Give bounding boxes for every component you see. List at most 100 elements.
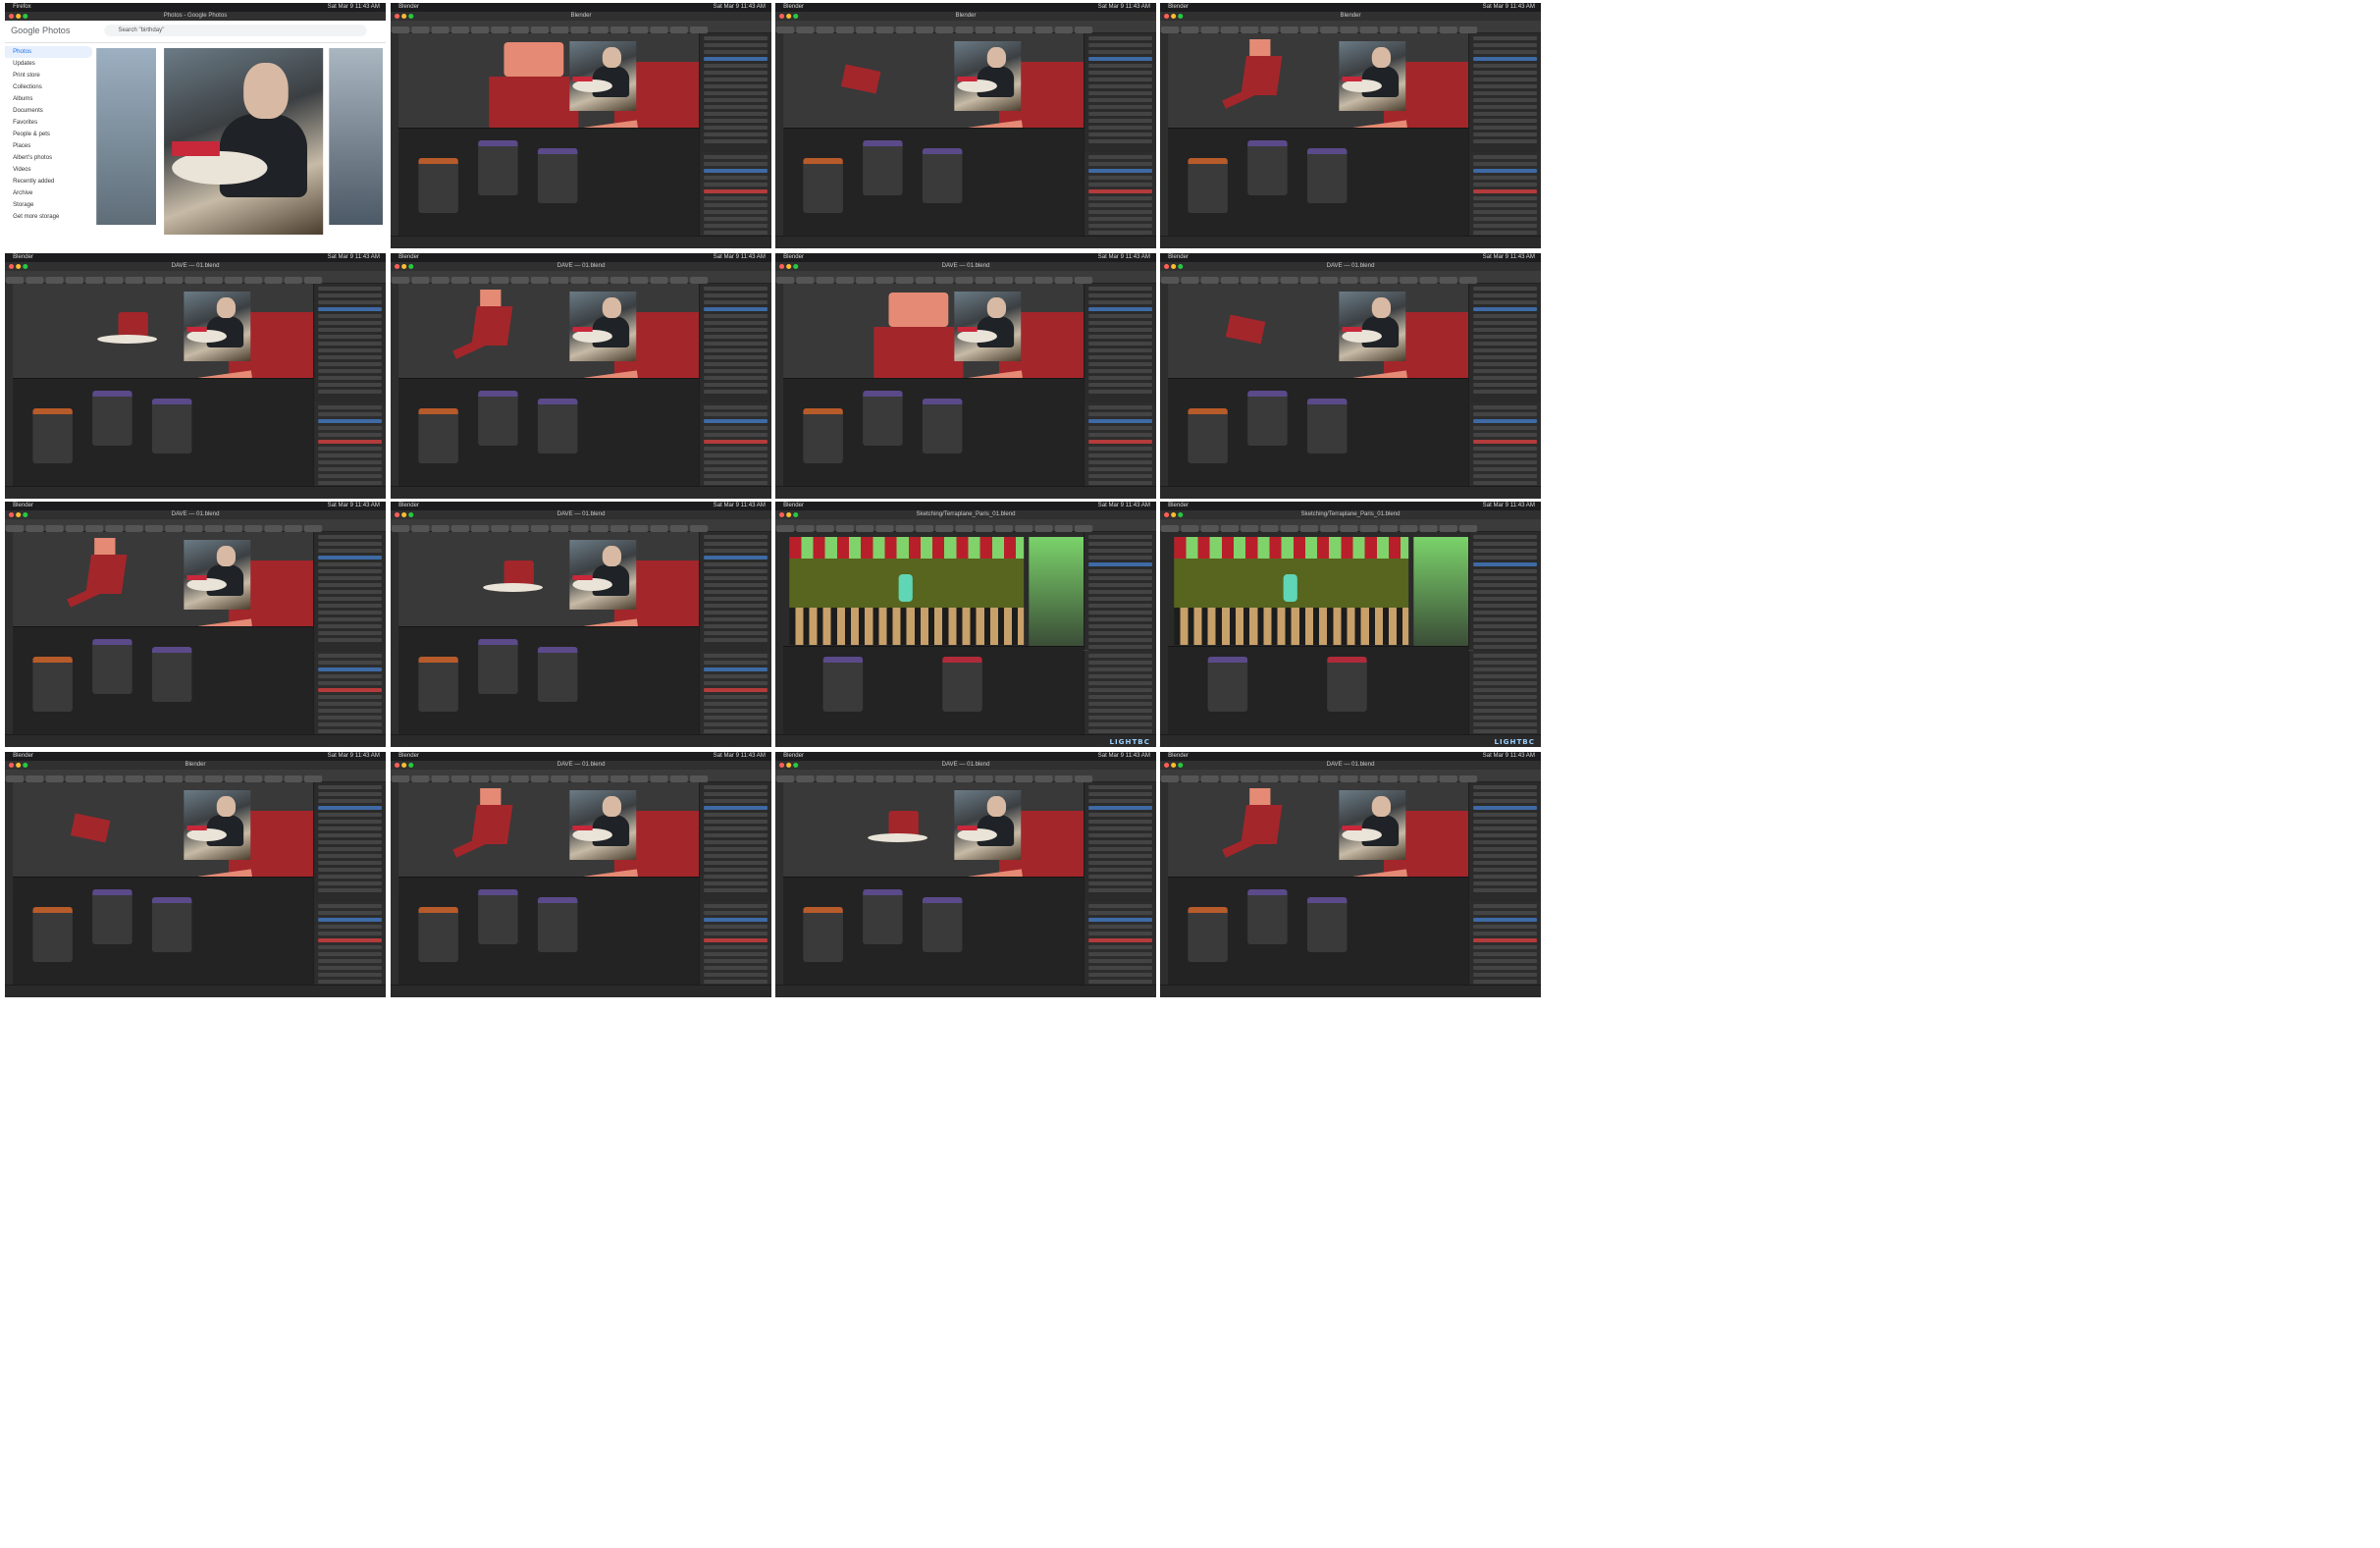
zoom-window-button[interactable] [1178,512,1184,517]
toolbar-button[interactable] [630,27,649,33]
toolbar-button[interactable] [1054,775,1073,782]
toolbar-button[interactable] [65,775,84,782]
toolbar-button[interactable] [895,277,914,284]
property-field[interactable] [1473,661,1537,665]
toolbar-button[interactable] [26,775,44,782]
outliner-row[interactable] [1473,119,1537,123]
outliner-row[interactable] [1473,139,1537,143]
outliner-row[interactable] [704,624,767,628]
toolbar-button[interactable] [816,525,834,532]
outliner-row[interactable] [1473,576,1537,580]
property-field[interactable] [1473,196,1537,200]
outliner-row[interactable] [1473,36,1537,40]
outliner-row[interactable] [704,820,767,824]
property-field[interactable] [704,716,767,720]
property-field[interactable] [318,440,382,444]
toolbar-button[interactable] [1074,525,1093,532]
outliner-row[interactable] [318,542,382,546]
property-field[interactable] [318,945,382,949]
property-field[interactable] [318,938,382,942]
zoom-window-button[interactable] [1178,14,1184,19]
property-field[interactable] [1088,481,1152,485]
toolbar-button[interactable] [776,277,795,284]
property-field[interactable] [704,217,767,221]
property-field[interactable] [1088,217,1152,221]
property-field[interactable] [1473,217,1537,221]
outliner-row[interactable] [318,590,382,594]
property-field[interactable] [1473,460,1537,464]
property-field[interactable] [1473,447,1537,451]
outliner-row[interactable] [1473,583,1537,587]
toolbar-button[interactable] [875,27,894,33]
outliner-row[interactable] [318,799,382,803]
sidebar-item[interactable]: Updates [5,58,92,70]
color-node[interactable] [32,907,73,962]
outliner-row[interactable] [704,847,767,851]
toolbar-button[interactable] [1054,27,1073,33]
outliner-row[interactable] [1473,597,1537,601]
property-field[interactable] [318,709,382,713]
properties-panel[interactable] [1084,651,1157,747]
outliner-row[interactable] [1088,868,1152,872]
toolbar-button[interactable] [411,277,430,284]
toolbar-button[interactable] [1359,27,1378,33]
outliner-row[interactable] [704,611,767,614]
outliner-row[interactable] [1088,535,1152,539]
toolbar-button[interactable] [165,525,184,532]
toolbar-button[interactable] [935,277,954,284]
outliner-row[interactable] [704,294,767,297]
properties-panel[interactable] [1084,402,1157,499]
outliner-row[interactable] [1473,294,1537,297]
property-field[interactable] [704,980,767,984]
property-field[interactable] [1473,162,1537,166]
outliner-row[interactable] [318,569,382,573]
property-field[interactable] [318,447,382,451]
outliner-row[interactable] [1088,321,1152,325]
toolbar-button[interactable] [650,27,668,33]
outliner-row[interactable] [704,321,767,325]
outliner-row[interactable] [1473,287,1537,291]
toolbar-button[interactable] [105,525,124,532]
material-output-node[interactable] [151,647,192,702]
toolbar-button[interactable] [875,525,894,532]
outliner-row[interactable] [704,549,767,553]
outliner-row[interactable] [318,827,382,830]
photo-thumbnail[interactable] [329,48,383,225]
principled-bsdf-node[interactable] [92,889,132,944]
outliner-row[interactable] [318,369,382,373]
property-field[interactable] [704,709,767,713]
toolbar-button[interactable] [669,277,688,284]
property-field[interactable] [1088,189,1152,193]
outliner-row[interactable] [318,549,382,553]
toolbar-button[interactable] [1439,27,1457,33]
property-field[interactable] [1088,674,1152,678]
property-field[interactable] [1088,196,1152,200]
outliner-panel[interactable] [1468,284,1542,401]
principled-bsdf-node[interactable] [478,889,518,944]
color-node[interactable] [803,158,843,213]
toolbar-button[interactable] [65,277,84,284]
outliner-row[interactable] [1473,888,1537,892]
outliner-row[interactable] [1088,799,1152,803]
toolbar-button[interactable] [530,775,550,782]
tool-shelf[interactable] [775,284,784,487]
outliner-row[interactable] [318,362,382,366]
zoom-window-button[interactable] [408,14,414,19]
principled-bsdf-node[interactable] [478,391,518,446]
outliner-row[interactable] [318,562,382,566]
toolbar-button[interactable] [510,27,529,33]
property-field[interactable] [704,155,767,159]
outliner-row[interactable] [1473,98,1537,102]
close-window-button[interactable] [9,264,15,269]
property-field[interactable] [1088,162,1152,166]
property-field[interactable] [1088,729,1152,733]
toolbar-button[interactable] [510,277,529,284]
properties-panel[interactable] [1468,152,1542,248]
outliner-row[interactable] [704,300,767,304]
outliner-row[interactable] [704,785,767,789]
outliner-row[interactable] [704,139,767,143]
outliner-row[interactable] [318,348,382,352]
outliner-row[interactable] [1088,91,1152,95]
outliner-row[interactable] [1088,355,1152,359]
toolbar-button[interactable] [204,525,223,532]
